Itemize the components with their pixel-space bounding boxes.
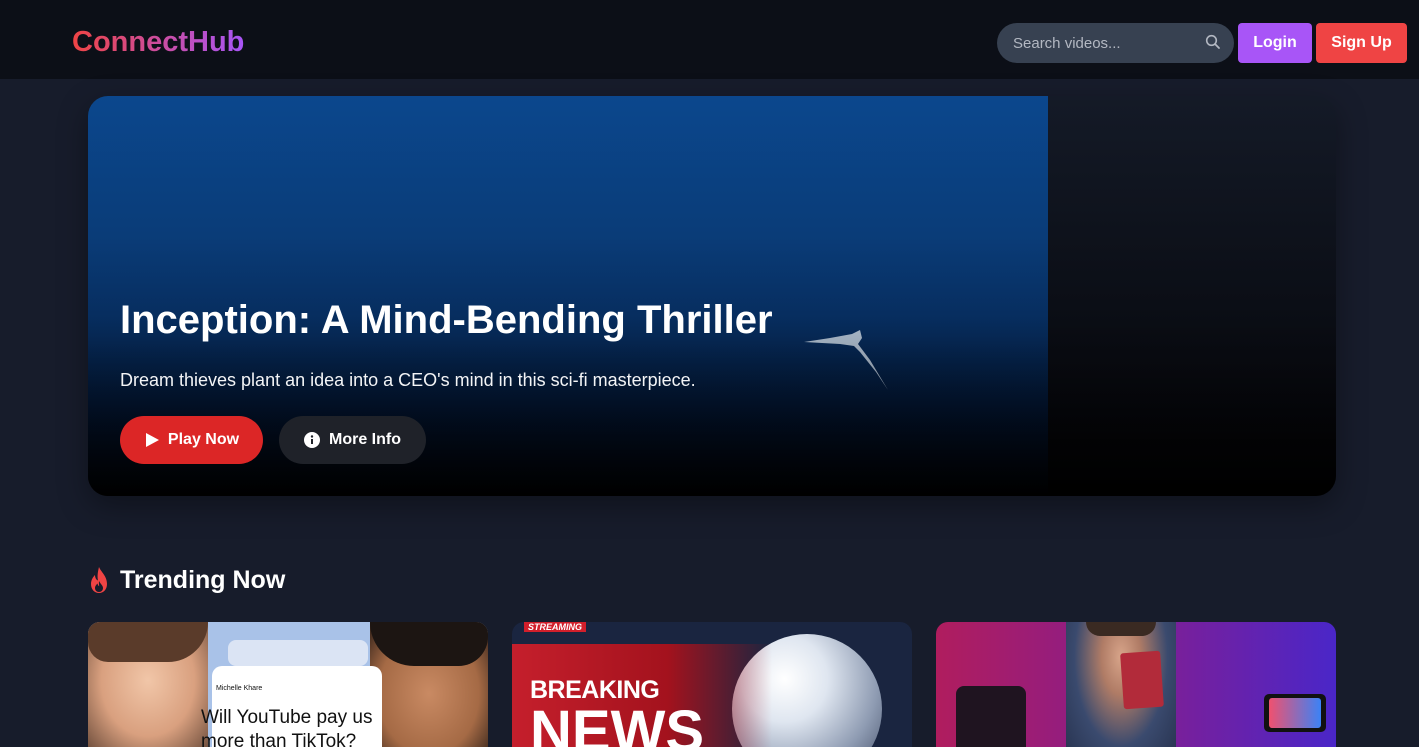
hero-title: Inception: A Mind-Bending Thriller — [120, 298, 773, 342]
search-icon[interactable] — [1205, 34, 1221, 50]
news-text: NEWS — [530, 699, 704, 747]
site-header: ConnectHub Login Sign Up — [0, 0, 1419, 79]
play-icon — [145, 433, 159, 447]
search-input[interactable] — [997, 23, 1234, 63]
streaming-tag: STREAMING — [524, 622, 586, 632]
play-now-button[interactable]: Play Now — [120, 416, 263, 464]
more-info-label: More Info — [329, 431, 401, 448]
play-now-label: Play Now — [167, 431, 240, 448]
video-card[interactable]: Michelle Khare Will YouTube pay us more … — [88, 622, 488, 747]
thumbnail-lamp — [956, 686, 1026, 747]
fire-icon — [91, 567, 107, 593]
login-button[interactable]: Login — [1238, 23, 1312, 63]
tweet-text: Will YouTube pay us more than TikTok? — [201, 707, 373, 747]
search-bar[interactable] — [997, 23, 1234, 63]
signup-button[interactable]: Sign Up — [1316, 23, 1407, 63]
hero-description: Dream thieves plant an idea into a CEO's… — [120, 370, 696, 390]
info-icon — [304, 432, 320, 448]
trending-title: Trending Now — [120, 565, 286, 594]
trending-heading: Trending Now — [88, 564, 285, 596]
more-info-button[interactable]: More Info — [279, 416, 426, 464]
thumbnail-ui-tab — [228, 640, 368, 666]
video-card[interactable] — [936, 622, 1336, 747]
thumbnail-hair — [1086, 622, 1156, 636]
thumbnail-book — [1120, 650, 1164, 710]
thumbnail-phone-screen — [1269, 698, 1321, 728]
hero-banner: Inception: A Mind-Bending Thriller Dream… — [88, 96, 1336, 496]
brand-logo[interactable]: ConnectHub — [72, 24, 244, 60]
tweet-username: Michelle Khare — [216, 685, 263, 692]
video-card[interactable]: STREAMING BREAKING NEWS — [512, 622, 912, 747]
